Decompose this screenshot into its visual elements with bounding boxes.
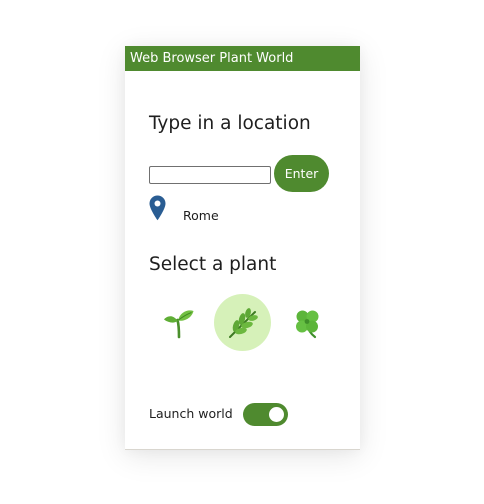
map-pin-icon <box>149 195 166 221</box>
toggle-knob <box>269 407 284 422</box>
launch-world-toggle[interactable] <box>243 403 288 426</box>
enter-button[interactable]: Enter <box>274 155 329 192</box>
plant-option-clover[interactable] <box>278 294 335 351</box>
plant-heading: Select a plant <box>149 254 277 275</box>
launch-world-label: Launch world <box>149 406 233 421</box>
app-window: Web Browser Plant World Type in a locati… <box>125 46 360 450</box>
location-heading: Type in a location <box>149 113 311 134</box>
location-input[interactable] <box>149 166 271 184</box>
plant-option-herb[interactable] <box>214 294 271 351</box>
plant-option-seedling[interactable] <box>150 294 207 351</box>
four-leaf-clover-icon <box>290 306 324 340</box>
current-location: Rome <box>183 208 219 223</box>
seedling-icon <box>162 306 196 340</box>
window-title: Web Browser Plant World <box>125 46 360 71</box>
herb-icon <box>226 306 260 340</box>
